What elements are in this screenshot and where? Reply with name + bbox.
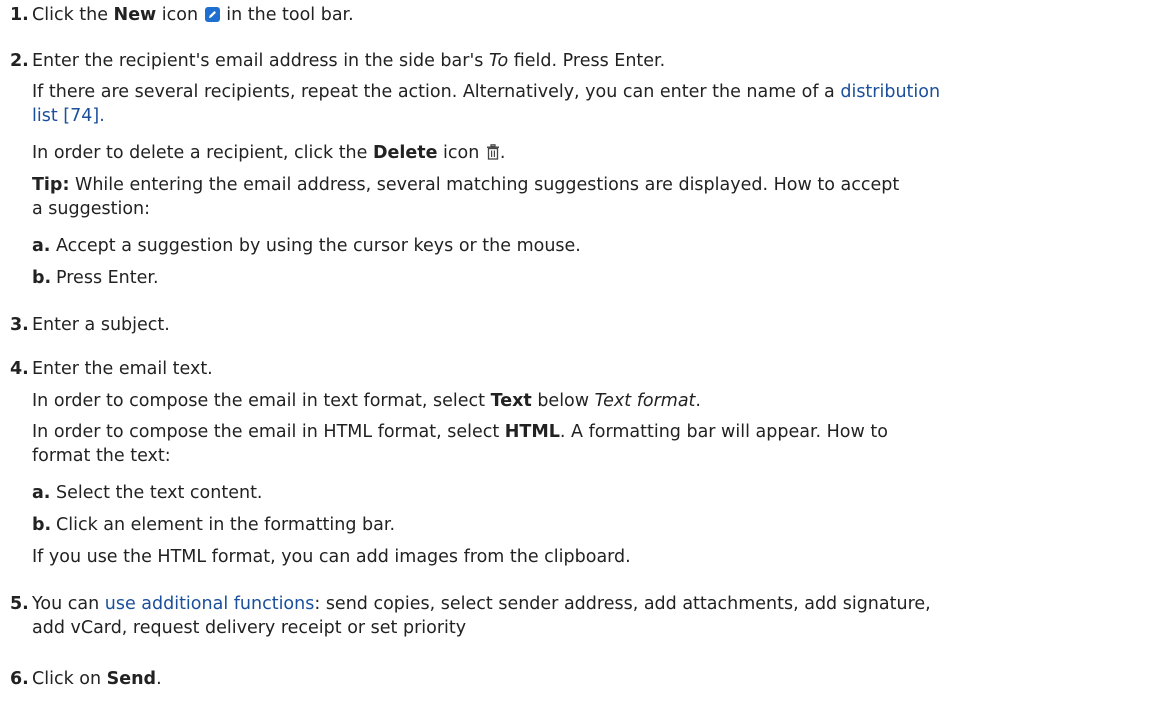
- step-body: You can use additional functions: send c…: [32, 592, 1143, 640]
- step-line: Enter the recipient's email address in t…: [32, 49, 1143, 73]
- distribution-list-link-page[interactable]: list [74].: [32, 106, 105, 126]
- step-body: Click the New icon in the tool bar.: [32, 3, 1143, 27]
- substep-text: Select the text content.: [56, 483, 263, 503]
- step-text: : send copies, select sender address, ad…: [314, 594, 931, 614]
- step-number: 3.: [10, 315, 29, 335]
- substep-number: b.: [32, 515, 52, 535]
- pencil-icon: [204, 7, 220, 22]
- step-body: In order to compose the email in HTML fo…: [32, 420, 1143, 468]
- new-label: New: [113, 5, 157, 25]
- substep-text: Accept a suggestion by using the cursor …: [56, 236, 581, 256]
- step-text: field. Press Enter.: [508, 51, 666, 71]
- step-text: Enter a subject.: [32, 315, 170, 335]
- text-format-label: Text format: [594, 391, 696, 411]
- step-text: icon: [437, 143, 485, 163]
- step-line: a suggestion:: [32, 197, 1143, 221]
- step-text: Click on: [32, 669, 107, 689]
- tip-block: Tip: While entering the email address, s…: [32, 173, 1143, 221]
- step-line: format the text:: [32, 444, 1143, 468]
- step-number: 5.: [10, 594, 29, 614]
- step-body: In order to compose the email in text fo…: [32, 389, 1143, 413]
- step-number: 1.: [10, 5, 29, 25]
- send-label: Send: [106, 669, 157, 689]
- text-option-label: Text: [490, 391, 532, 411]
- step-line: list [74].: [32, 104, 1143, 128]
- step-text: Enter the recipient's email address in t…: [32, 51, 489, 71]
- html-option-label: HTML: [504, 422, 560, 442]
- step-text: Enter the email text.: [32, 359, 213, 379]
- step-text: .: [499, 143, 506, 163]
- step-text: . A formatting bar will appear. How to: [559, 422, 888, 442]
- distribution-list-link[interactable]: distribution: [840, 82, 940, 102]
- step-text: In order to compose the email in text fo…: [32, 391, 491, 411]
- instructions-page: 1. Click the New icon in the tool bar. 2…: [0, 0, 1153, 717]
- step-line: If there are several recipients, repeat …: [32, 80, 1143, 104]
- step-body: Click on Send.: [32, 667, 1143, 691]
- step-line: Tip: While entering the email address, s…: [32, 173, 1143, 197]
- step-text: Click the: [32, 5, 114, 25]
- substep-number: a.: [32, 483, 51, 503]
- substep-number: a.: [32, 236, 51, 256]
- step-number: 4.: [10, 359, 29, 379]
- step-text: add vCard, request delivery receipt or s…: [32, 618, 467, 638]
- step-text: a suggestion:: [32, 199, 151, 219]
- step-text: In order to compose the email in HTML fo…: [32, 422, 505, 442]
- step-body: In order to delete a recipient, click th…: [32, 141, 1143, 165]
- step-text: You can: [32, 594, 105, 614]
- step-line: In order to compose the email in HTML fo…: [32, 420, 1143, 444]
- step-line: You can use additional functions: send c…: [32, 592, 1143, 616]
- substep-text: Click an element in the formatting bar.: [56, 515, 396, 535]
- substep-number: b.: [32, 268, 52, 288]
- step-number: 6.: [10, 669, 29, 689]
- tip-label: Tip:: [32, 175, 70, 195]
- step-body: Enter the recipient's email address in t…: [32, 49, 1143, 73]
- step-body: If there are several recipients, repeat …: [32, 80, 1143, 128]
- step-text: icon: [156, 5, 204, 25]
- step-text: format the text:: [32, 446, 171, 466]
- additional-functions-link[interactable]: use additional functions: [105, 594, 315, 614]
- delete-label: Delete: [372, 143, 438, 163]
- to-field-label: To: [488, 51, 509, 71]
- step-text: in the tool bar.: [220, 5, 354, 25]
- step-text: .: [695, 391, 701, 411]
- step-text: .: [156, 669, 162, 689]
- step-number: 2.: [10, 51, 29, 71]
- step-line: add vCard, request delivery receipt or s…: [32, 616, 1143, 640]
- step-text: below: [531, 391, 595, 411]
- trash-icon: [486, 143, 500, 160]
- step-text: In order to delete a recipient, click th…: [32, 143, 373, 163]
- step-text: While entering the email address, severa…: [69, 175, 900, 195]
- step-text: If you use the HTML format, you can add …: [32, 547, 631, 567]
- substep-text: Press Enter.: [56, 268, 159, 288]
- step-text: If there are several recipients, repeat …: [32, 82, 841, 102]
